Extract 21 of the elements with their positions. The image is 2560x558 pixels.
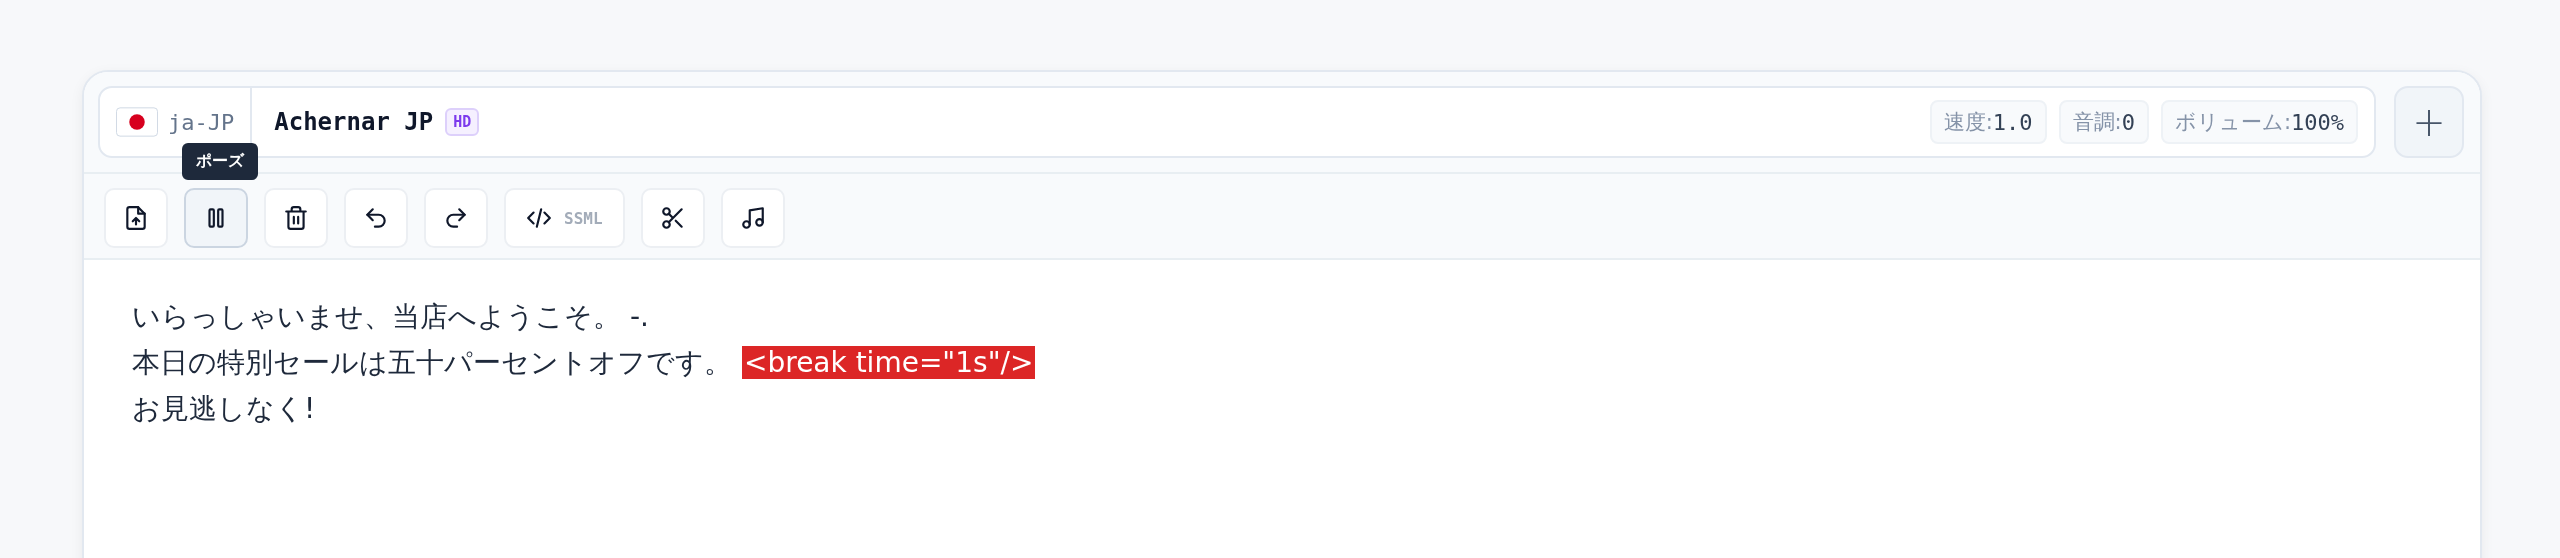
parameter-chip: ボリューム:100%: [2160, 100, 2358, 144]
quality-badge: HD: [445, 108, 480, 136]
locale-label: ja-JP: [168, 109, 235, 135]
text-line: 本日の特別セールは五十パーセントオフです。: [132, 346, 732, 379]
undo-icon: [363, 205, 389, 231]
code-icon: [526, 205, 552, 231]
parameter-chip: 音調:0: [2058, 100, 2149, 144]
text-line: お見逃しなく!: [132, 392, 316, 425]
text-line: いらっしゃいませ、当店へようこそ。 -.: [132, 300, 649, 333]
redo-icon: [443, 205, 469, 231]
voice-name: Achernar JP: [274, 108, 434, 136]
flag-icon: [116, 107, 158, 137]
scissors-icon: [659, 205, 686, 231]
parameter-chip: 速度:1.0: [1929, 100, 2047, 144]
file-upload-icon: [123, 205, 149, 231]
ssml-tag: <break time="1s"/>: [742, 346, 1036, 379]
toolbar-button[interactable]: [184, 188, 248, 248]
trash-icon: [283, 205, 309, 231]
music-note-icon: [739, 205, 766, 231]
add-button[interactable]: +: [2394, 86, 2464, 158]
tooltip: ポーズ: [182, 143, 258, 180]
